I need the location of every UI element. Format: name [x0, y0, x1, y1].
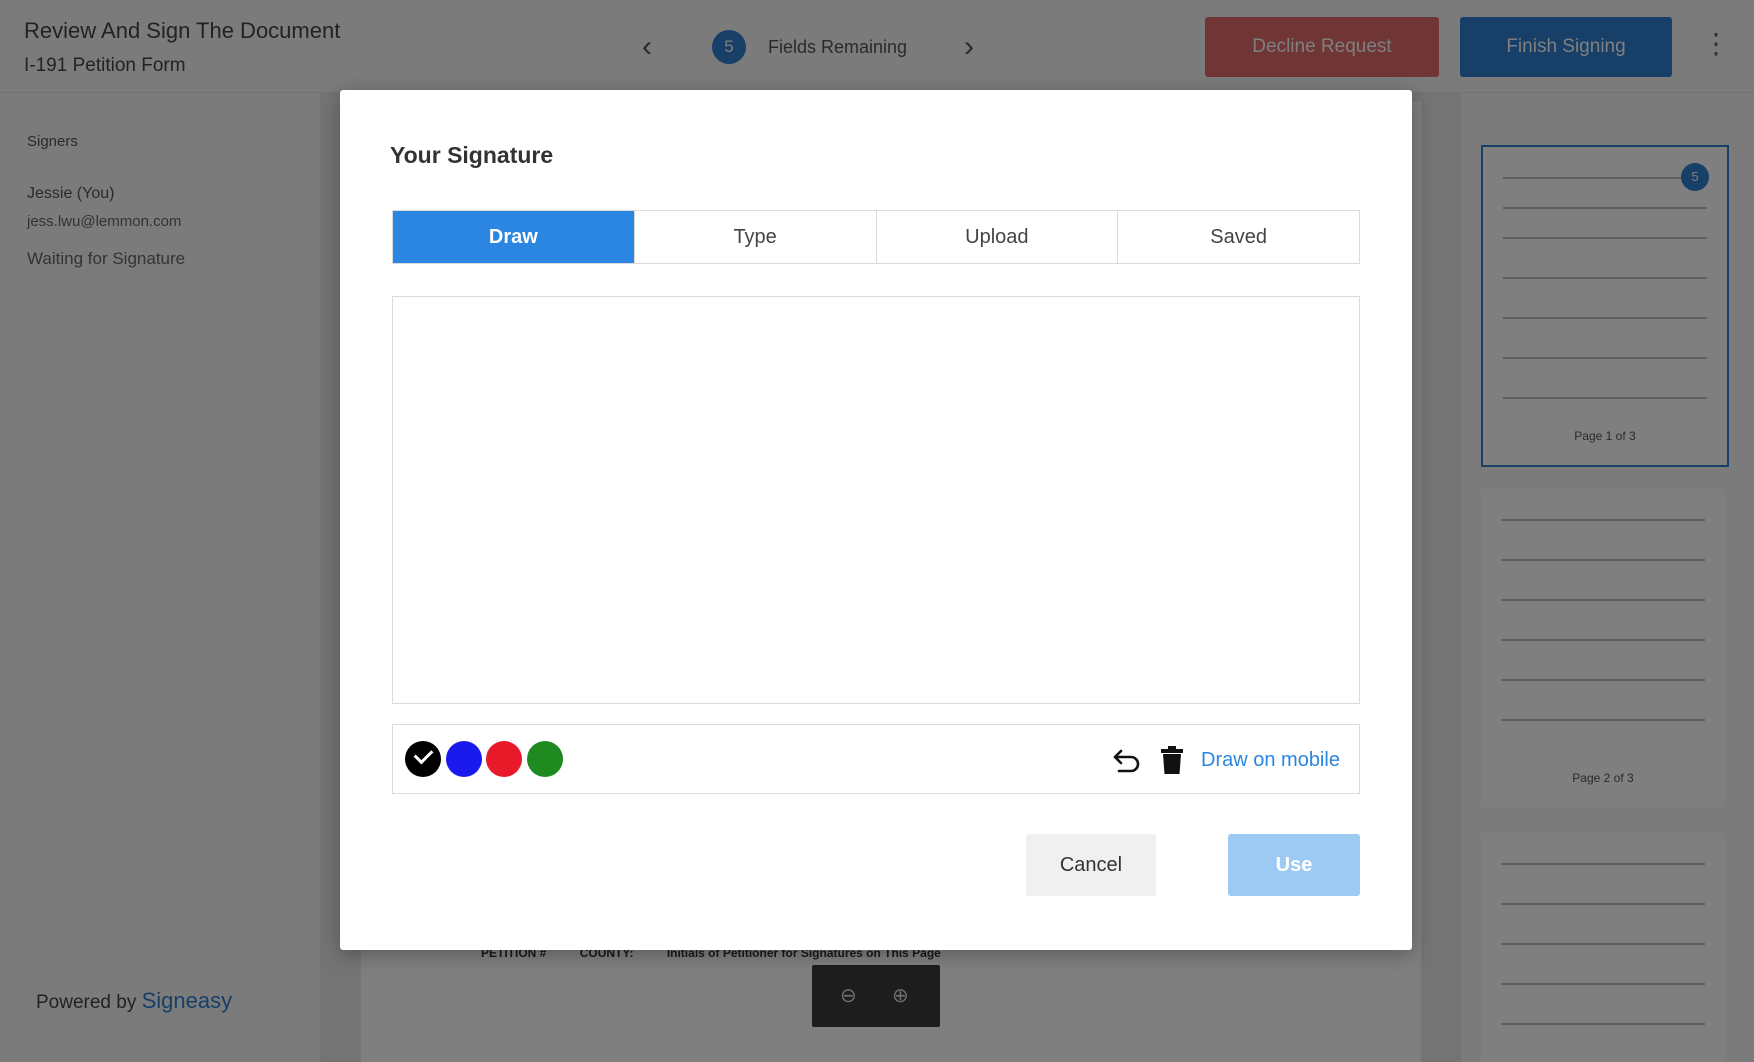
color-swatch-green[interactable] — [527, 741, 563, 777]
pen-toolbar: Draw on mobile — [392, 724, 1360, 794]
draw-on-mobile-link[interactable]: Draw on mobile — [1201, 749, 1340, 772]
tab-saved[interactable]: Saved — [1117, 211, 1359, 263]
tab-type[interactable]: Type — [633, 211, 876, 263]
trash-icon[interactable] — [1159, 745, 1185, 775]
signature-mode-tabs: Draw Type Upload Saved — [392, 210, 1360, 264]
use-button[interactable]: Use — [1228, 834, 1360, 896]
tab-draw[interactable]: Draw — [393, 211, 634, 263]
dialog-title: Your Signature — [390, 142, 554, 168]
color-swatch-blue[interactable] — [446, 741, 482, 777]
signature-dialog: Your Signature Draw Type Upload Saved Dr… — [340, 90, 1412, 950]
color-swatch-black[interactable] — [405, 741, 441, 777]
tab-upload[interactable]: Upload — [875, 211, 1118, 263]
cancel-button[interactable]: Cancel — [1026, 834, 1156, 896]
color-swatch-red[interactable] — [486, 741, 522, 777]
undo-icon[interactable] — [1111, 745, 1143, 775]
signature-canvas[interactable] — [392, 296, 1360, 704]
